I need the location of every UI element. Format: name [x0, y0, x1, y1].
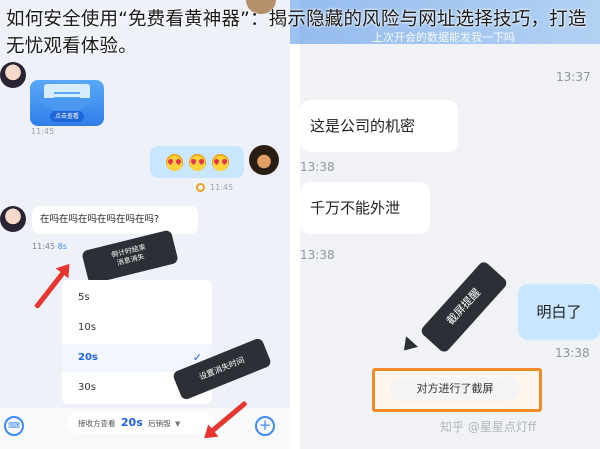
question-message-bubble[interactable]: 在吗在吗在吗在吗在吗在吗? [32, 206, 198, 234]
selector-prefix: 接收方查看 [78, 419, 116, 428]
burn-after-read-selector[interactable]: 接收方查看 20s 后销毁 ▼ [68, 412, 214, 434]
emoji-message-bubble[interactable] [150, 146, 244, 178]
incoming-message-bubble[interactable]: 这是公司的机密 [300, 100, 458, 152]
message-timestamp: 13:37 [556, 70, 591, 84]
selector-suffix: 后销毁 [148, 419, 171, 428]
heart-eyes-emoji-icon [165, 153, 183, 171]
menu-item-label: 5s [78, 292, 90, 303]
screenshot-notice: 对方进行了截屏 [390, 377, 520, 401]
avatar[interactable] [0, 62, 26, 88]
heart-eyes-emoji-icon [211, 153, 229, 171]
menu-item-label: 10s [78, 322, 96, 333]
message-meta: 11:45 8s [32, 242, 67, 251]
menu-item-5s[interactable]: 5s [62, 284, 212, 312]
selector-value: 20s [120, 416, 143, 429]
incoming-message-bubble[interactable]: 千万不能外泄 [300, 182, 430, 234]
avatar[interactable] [249, 145, 279, 175]
message-timestamp: 11:45 [210, 183, 234, 192]
callout-set-time-text: 设置消失时间 [197, 355, 246, 382]
menu-item-10s[interactable]: 10s [62, 314, 212, 342]
message-timestamp: 13:38 [300, 248, 335, 262]
countdown-label: 8s [57, 242, 67, 251]
timer-icon [196, 183, 205, 192]
keyboard-icon[interactable]: ⌨ [4, 416, 24, 436]
page-title: 如何安全使用“免费看黄神器”：揭示隐藏的风险与网址选择技巧，打造无忧观看体验。 [6, 9, 587, 57]
message-timestamp: 11:45 [31, 127, 55, 136]
message-timestamp: 13:38 [555, 346, 590, 360]
menu-item-label: 20s [78, 352, 98, 363]
avatar[interactable] [0, 206, 26, 232]
message-timestamp: 11:45 [32, 242, 56, 251]
watermark: 知乎 @星星点灯ff [440, 420, 537, 434]
plus-icon[interactable]: + [255, 416, 275, 436]
message-timestamp: 13:38 [300, 160, 335, 174]
mail-cta-button[interactable]: 点击查看 [50, 111, 84, 122]
mail-card[interactable]: 点击查看 [30, 80, 104, 126]
callout-countdown-text: 倒计时结束 消息消失 [110, 243, 147, 268]
heart-eyes-emoji-icon [188, 153, 206, 171]
menu-item-label: 30s [78, 382, 96, 393]
outgoing-message-bubble[interactable]: 明白了 [518, 284, 600, 340]
panel-divider [290, 0, 300, 449]
chevron-down-icon: ▼ [175, 420, 181, 428]
